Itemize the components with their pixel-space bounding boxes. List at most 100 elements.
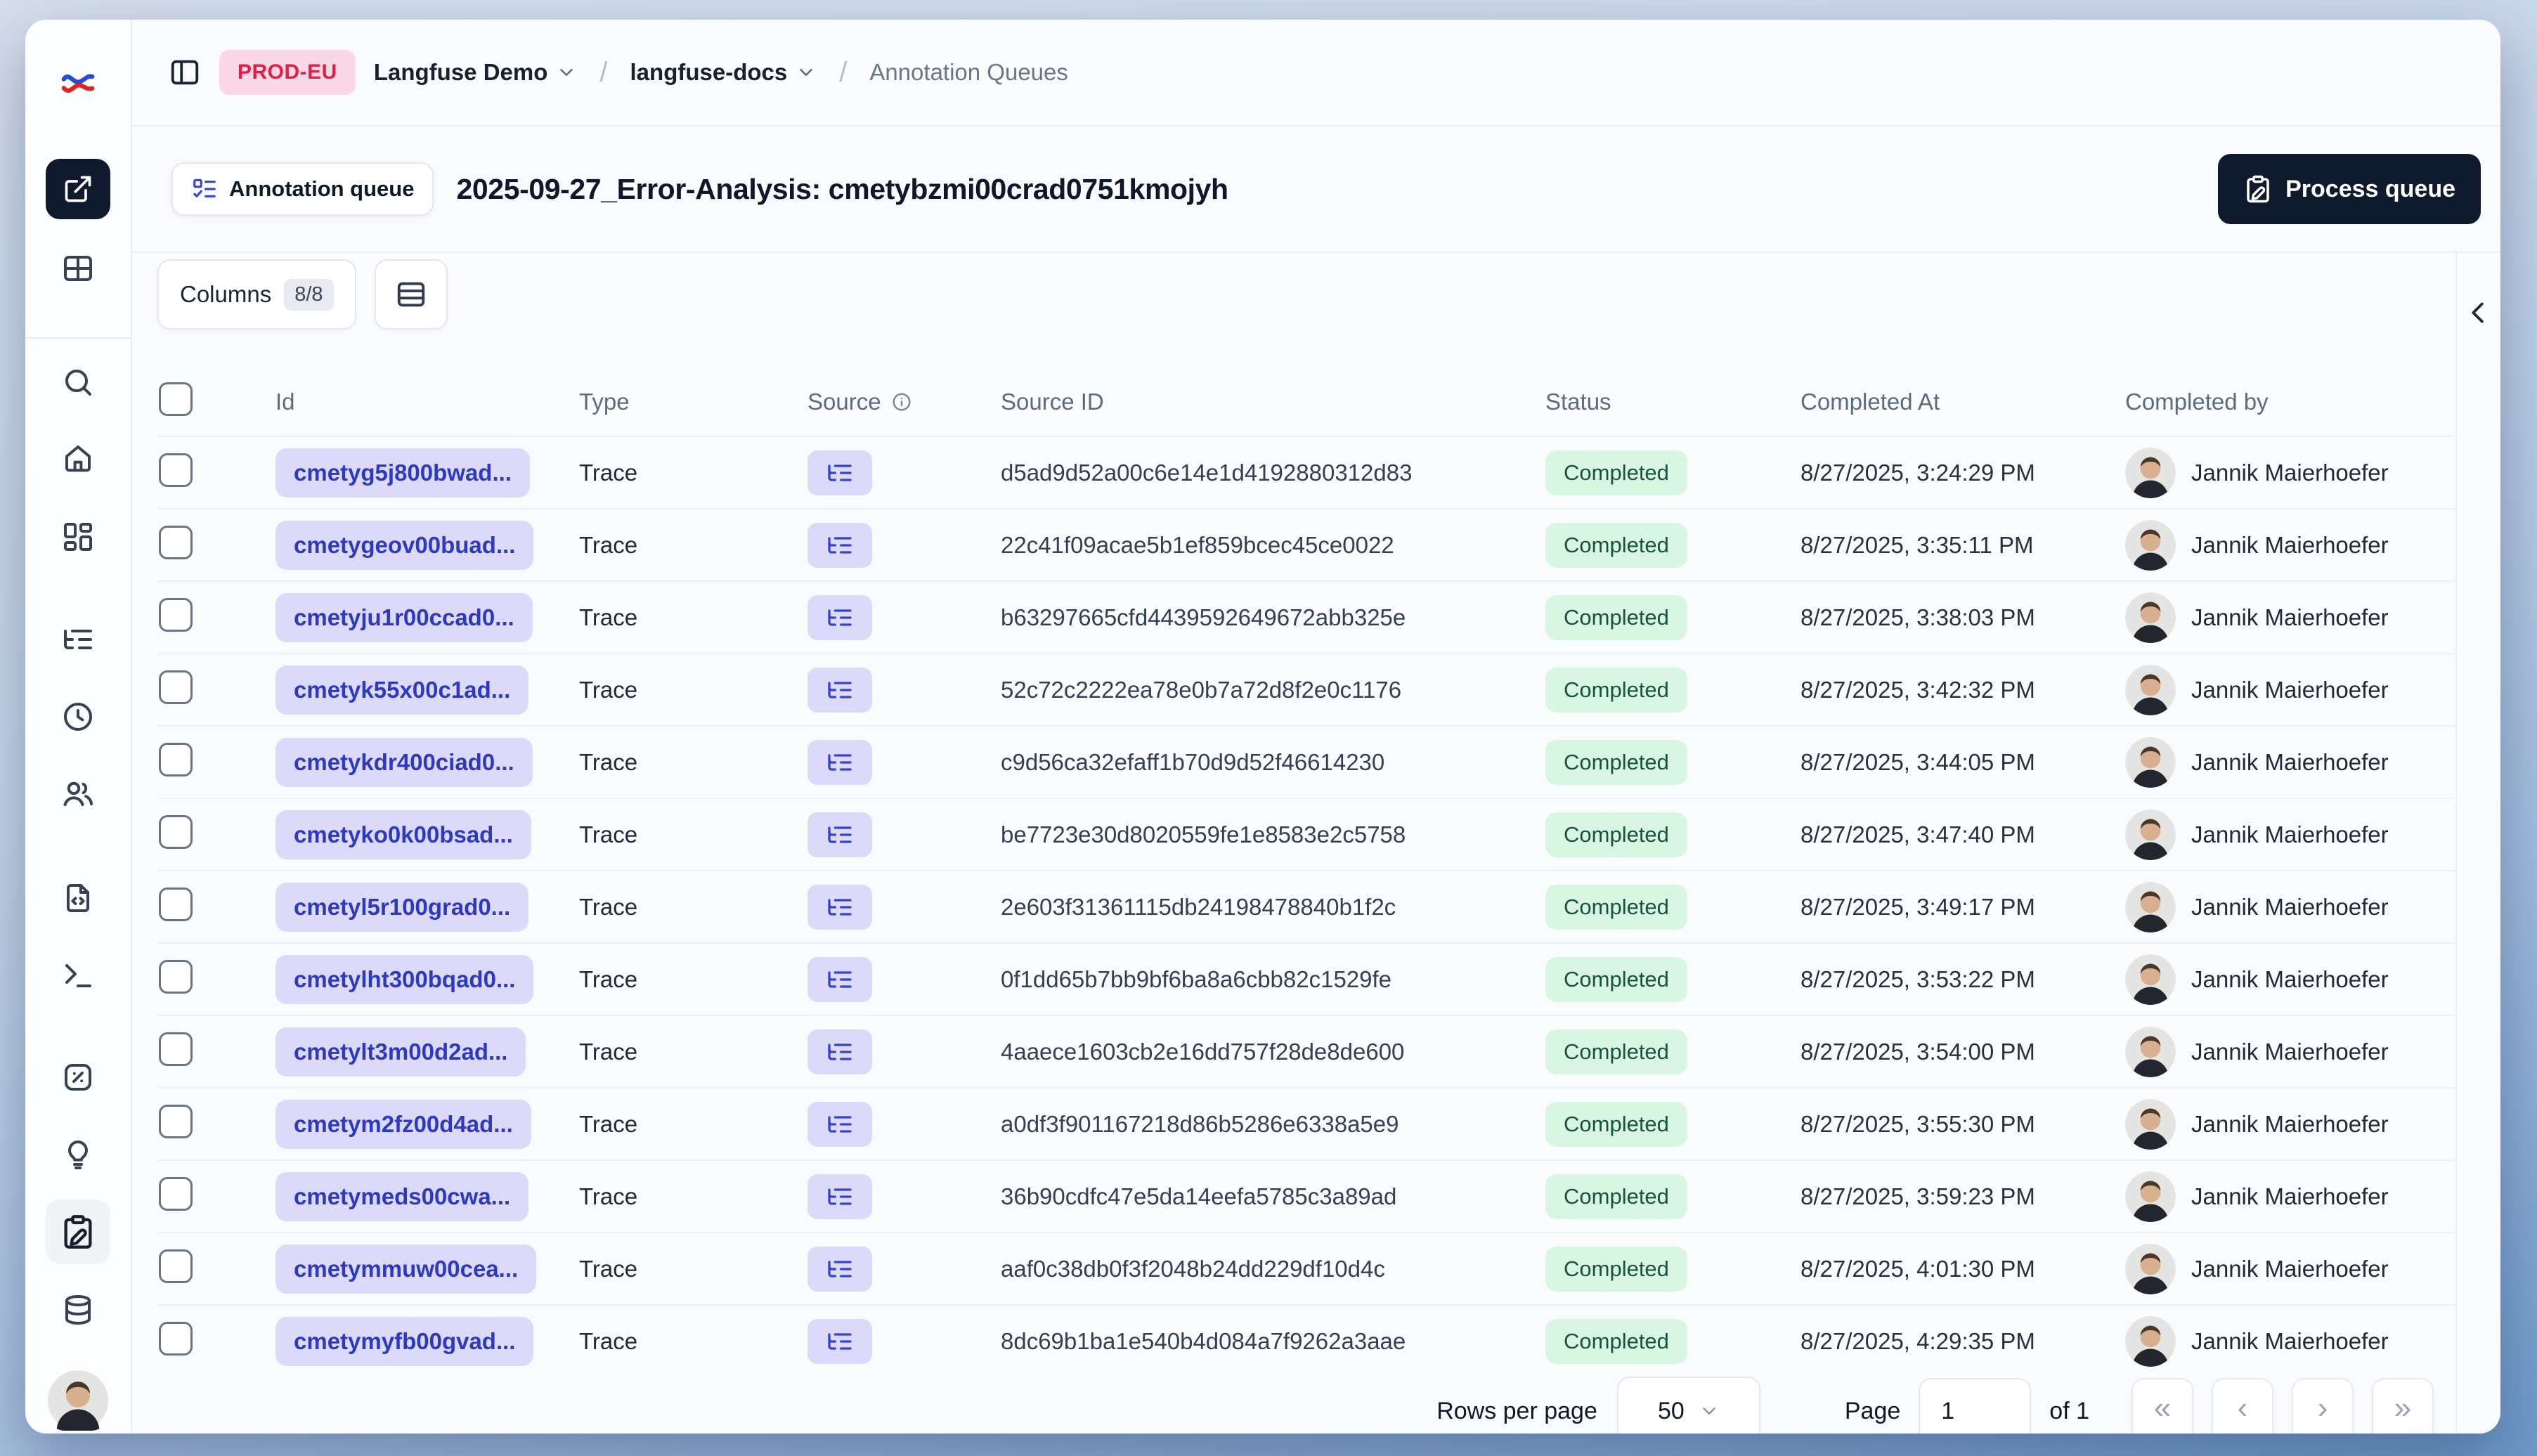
- row-source-id: be7723e30d8020559fe1e8583e2c5758: [1001, 821, 1406, 847]
- sidebar-item-tables[interactable]: [61, 252, 95, 285]
- row-checkbox[interactable]: [159, 453, 193, 487]
- row-id-link[interactable]: cmetymyfb00gvad...: [275, 1316, 534, 1366]
- row-completed-by: Jannik Maierhoefer: [2125, 519, 2457, 571]
- last-page-button[interactable]: »: [2372, 1378, 2434, 1434]
- row-completed-by: Jannik Maierhoefer: [2125, 1026, 2457, 1077]
- breadcrumb-separator: /: [599, 56, 608, 88]
- table-toolbar: Columns 8/8: [132, 253, 2500, 336]
- org-switcher[interactable]: Langfuse Demo: [374, 59, 578, 86]
- row-checkbox[interactable]: [159, 887, 193, 921]
- sidebar-toggle-icon[interactable]: [169, 56, 201, 89]
- sidebar-item-dashboards[interactable]: [61, 520, 95, 554]
- status-badge: Completed: [1545, 450, 1687, 495]
- sidebar-item-prompts[interactable]: [61, 881, 95, 915]
- column-header-completed-at: Completed At: [1800, 389, 1940, 415]
- row-checkbox[interactable]: [159, 959, 193, 994]
- breadcrumb-section[interactable]: Annotation Queues: [869, 59, 1068, 86]
- row-checkbox[interactable]: [159, 742, 193, 776]
- row-id-link[interactable]: cmetyju1r00ccad0...: [275, 592, 533, 642]
- row-id-link[interactable]: cmetym2fz00d4ad...: [275, 1099, 531, 1149]
- process-queue-button[interactable]: Process queue: [2218, 154, 2481, 224]
- sidebar-item-evaluation[interactable]: [61, 1060, 95, 1094]
- avatar: [2125, 447, 2176, 498]
- row-checkbox[interactable]: [159, 1321, 193, 1356]
- row-source-link[interactable]: [807, 1246, 872, 1292]
- environment-badge: PROD-EU: [219, 50, 356, 95]
- sidebar-item-home[interactable]: [61, 441, 95, 475]
- langfuse-logo[interactable]: [59, 65, 97, 103]
- first-page-button[interactable]: «: [2132, 1378, 2193, 1434]
- row-checkbox[interactable]: [159, 814, 193, 849]
- row-id-link[interactable]: cmetymeds00cwa...: [275, 1171, 529, 1221]
- row-type: Trace: [579, 459, 638, 486]
- prev-page-button[interactable]: ‹: [2212, 1378, 2273, 1434]
- status-badge: Completed: [1545, 522, 1687, 568]
- sidebar-item-playground[interactable]: [61, 958, 95, 992]
- row-id-link[interactable]: cmetygeov00buad...: [275, 520, 534, 570]
- sidebar-item-annotation-queues[interactable]: [46, 1200, 110, 1264]
- row-checkbox[interactable]: [159, 525, 193, 559]
- row-id-link[interactable]: cmetyl5r100grad0...: [275, 882, 529, 932]
- sidebar-item-tracing[interactable]: [61, 623, 95, 656]
- next-page-button[interactable]: ›: [2292, 1378, 2354, 1434]
- row-id-link[interactable]: cmetylt3m00d2ad...: [275, 1027, 526, 1077]
- row-checkbox[interactable]: [159, 1104, 193, 1138]
- breadcrumb: PROD-EU Langfuse Demo / langfuse-docs / …: [132, 20, 2500, 126]
- main-area: PROD-EU Langfuse Demo / langfuse-docs / …: [132, 20, 2500, 1434]
- sidebar-item-users[interactable]: [61, 777, 95, 811]
- annotation-queue-badge: Annotation queue: [171, 162, 434, 216]
- sidebar-item-insights[interactable]: [61, 1138, 95, 1171]
- row-id-link[interactable]: cmetyk55x00c1ad...: [275, 665, 529, 715]
- table-row: cmetym2fz00d4ad... Trace a0df3f901167218…: [157, 1087, 2457, 1159]
- row-id-link[interactable]: cmetyko0k00bsad...: [275, 810, 531, 859]
- sidebar-item-datasets[interactable]: [61, 1293, 95, 1327]
- project-switcher[interactable]: langfuse-docs: [630, 59, 817, 86]
- row-id-link[interactable]: cmetymmuw00cea...: [275, 1244, 537, 1294]
- row-completed-by: Jannik Maierhoefer: [2125, 1315, 2457, 1367]
- row-source-link[interactable]: [807, 1029, 872, 1074]
- row-source-link[interactable]: [807, 884, 872, 930]
- info-icon[interactable]: [891, 391, 912, 412]
- collapse-panel-button[interactable]: [2463, 297, 2495, 329]
- sidebar-item-sessions[interactable]: [61, 700, 95, 734]
- row-source-id: c9d56ca32efaff1b70d9d52f46614230: [1001, 748, 1385, 775]
- row-checkbox[interactable]: [159, 1249, 193, 1283]
- chevron-down-icon: [796, 62, 817, 83]
- table-row: cmetykdr400ciad0... Trace c9d56ca32efaff…: [157, 725, 2457, 798]
- sidebar-item-search[interactable]: [61, 365, 95, 399]
- row-source-link[interactable]: [807, 1174, 872, 1219]
- row-type: Trace: [579, 1327, 638, 1354]
- row-checkbox[interactable]: [159, 597, 193, 632]
- row-id-link[interactable]: cmetyg5j800bwad...: [275, 448, 530, 498]
- list-tree-icon: [826, 966, 854, 994]
- chevron-down-icon: [556, 62, 577, 83]
- row-source-id: b63297665cfd4439592649672abb325e: [1001, 604, 1406, 630]
- avatar: [2125, 592, 2176, 643]
- row-source-id: 0f1dd65b7bb9bf6ba8a6cbb82c1529fe: [1001, 966, 1392, 992]
- row-source-link[interactable]: [807, 522, 872, 568]
- pagination-footer: Rows per page 50 Page of 1 « ‹ › »: [132, 1377, 2500, 1434]
- row-source-link[interactable]: [807, 1318, 872, 1364]
- row-source-link[interactable]: [807, 812, 872, 857]
- row-checkbox[interactable]: [159, 670, 193, 704]
- select-all-checkbox[interactable]: [159, 382, 193, 416]
- user-avatar-button[interactable]: [48, 1370, 108, 1431]
- row-source-link[interactable]: [807, 1101, 872, 1147]
- row-id-link[interactable]: cmetylht300bqad0...: [275, 954, 534, 1004]
- row-source-link[interactable]: [807, 956, 872, 1002]
- sidebar-item-open-external[interactable]: [46, 159, 110, 219]
- row-height-button[interactable]: [374, 259, 448, 330]
- row-source-link[interactable]: [807, 594, 872, 640]
- rows-per-page-select[interactable]: 50: [1616, 1377, 1760, 1434]
- row-source-id: 22c41f09acae5b1ef859bcec45ce0022: [1001, 531, 1394, 558]
- row-source-link[interactable]: [807, 450, 872, 495]
- row-source-link[interactable]: [807, 739, 872, 785]
- row-source-id: 8dc69b1ba1e540b4d084a7f9262a3aae: [1001, 1327, 1406, 1354]
- row-id-link[interactable]: cmetykdr400ciad0...: [275, 737, 533, 787]
- row-source-link[interactable]: [807, 667, 872, 713]
- page-number-input[interactable]: [1919, 1378, 2032, 1434]
- row-checkbox[interactable]: [159, 1176, 193, 1211]
- columns-button[interactable]: Columns 8/8: [157, 259, 356, 330]
- row-checkbox[interactable]: [159, 1032, 193, 1066]
- row-completed-at: 8/27/2025, 3:42:32 PM: [1800, 676, 2035, 703]
